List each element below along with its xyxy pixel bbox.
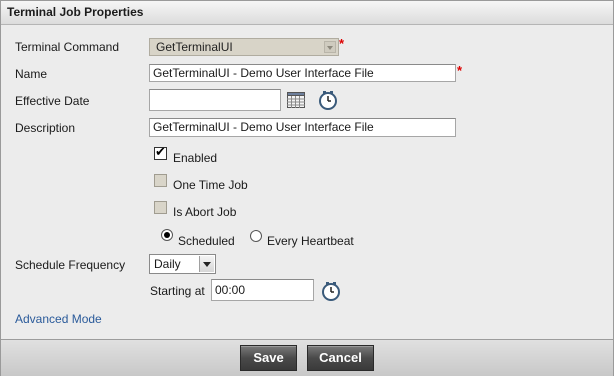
dialog-title: Terminal Job Properties bbox=[7, 5, 144, 19]
name-label: Name bbox=[15, 67, 48, 81]
required-marker: * bbox=[339, 36, 345, 51]
description-label: Description bbox=[15, 121, 76, 135]
terminal-command-select[interactable]: GetTerminalUI bbox=[149, 38, 339, 56]
one-time-job-checkbox[interactable] bbox=[154, 174, 167, 187]
starting-at-label: Starting at bbox=[150, 284, 205, 298]
enabled-checkbox[interactable] bbox=[154, 145, 167, 160]
is-abort-job-checkbox[interactable] bbox=[154, 201, 167, 214]
advanced-mode-link[interactable]: Advanced Mode bbox=[15, 312, 102, 326]
description-input[interactable]: GetTerminalUI - Demo User Interface File bbox=[149, 118, 456, 137]
scheduled-radio[interactable] bbox=[161, 229, 173, 241]
effective-date-label: Effective Date bbox=[15, 94, 90, 108]
starting-at-input[interactable]: 00:00 bbox=[211, 279, 314, 301]
clock-icon[interactable] bbox=[318, 90, 338, 110]
terminal-command-value: GetTerminalUI bbox=[156, 40, 233, 54]
cancel-button[interactable]: Cancel bbox=[307, 345, 374, 371]
schedule-frequency-value: Daily bbox=[154, 257, 181, 271]
clock-icon[interactable] bbox=[321, 281, 341, 301]
enabled-label: Enabled bbox=[173, 151, 218, 165]
dialog-titlebar: Terminal Job Properties bbox=[1, 1, 613, 25]
is-abort-job-label: Is Abort Job bbox=[173, 205, 237, 219]
schedule-frequency-label: Schedule Frequency bbox=[15, 258, 126, 272]
name-input[interactable]: GetTerminalUI - Demo User Interface File bbox=[149, 64, 456, 82]
terminal-command-label: Terminal Command bbox=[15, 40, 120, 54]
one-time-job-label: One Time Job bbox=[173, 178, 248, 192]
effective-date-input[interactable] bbox=[149, 89, 281, 111]
calendar-icon[interactable] bbox=[287, 92, 305, 108]
chevron-down-icon bbox=[324, 41, 336, 53]
required-marker: * bbox=[457, 63, 463, 78]
every-heartbeat-radio[interactable] bbox=[250, 230, 262, 242]
every-heartbeat-label: Every Heartbeat bbox=[267, 234, 354, 248]
terminal-job-properties-dialog: Terminal Job Properties Terminal Command… bbox=[0, 0, 614, 376]
dialog-footer: Save Cancel bbox=[1, 339, 613, 376]
save-button[interactable]: Save bbox=[240, 345, 297, 371]
scheduled-label: Scheduled bbox=[178, 234, 235, 248]
chevron-down-icon bbox=[199, 256, 214, 272]
schedule-frequency-select[interactable]: Daily bbox=[149, 254, 216, 274]
